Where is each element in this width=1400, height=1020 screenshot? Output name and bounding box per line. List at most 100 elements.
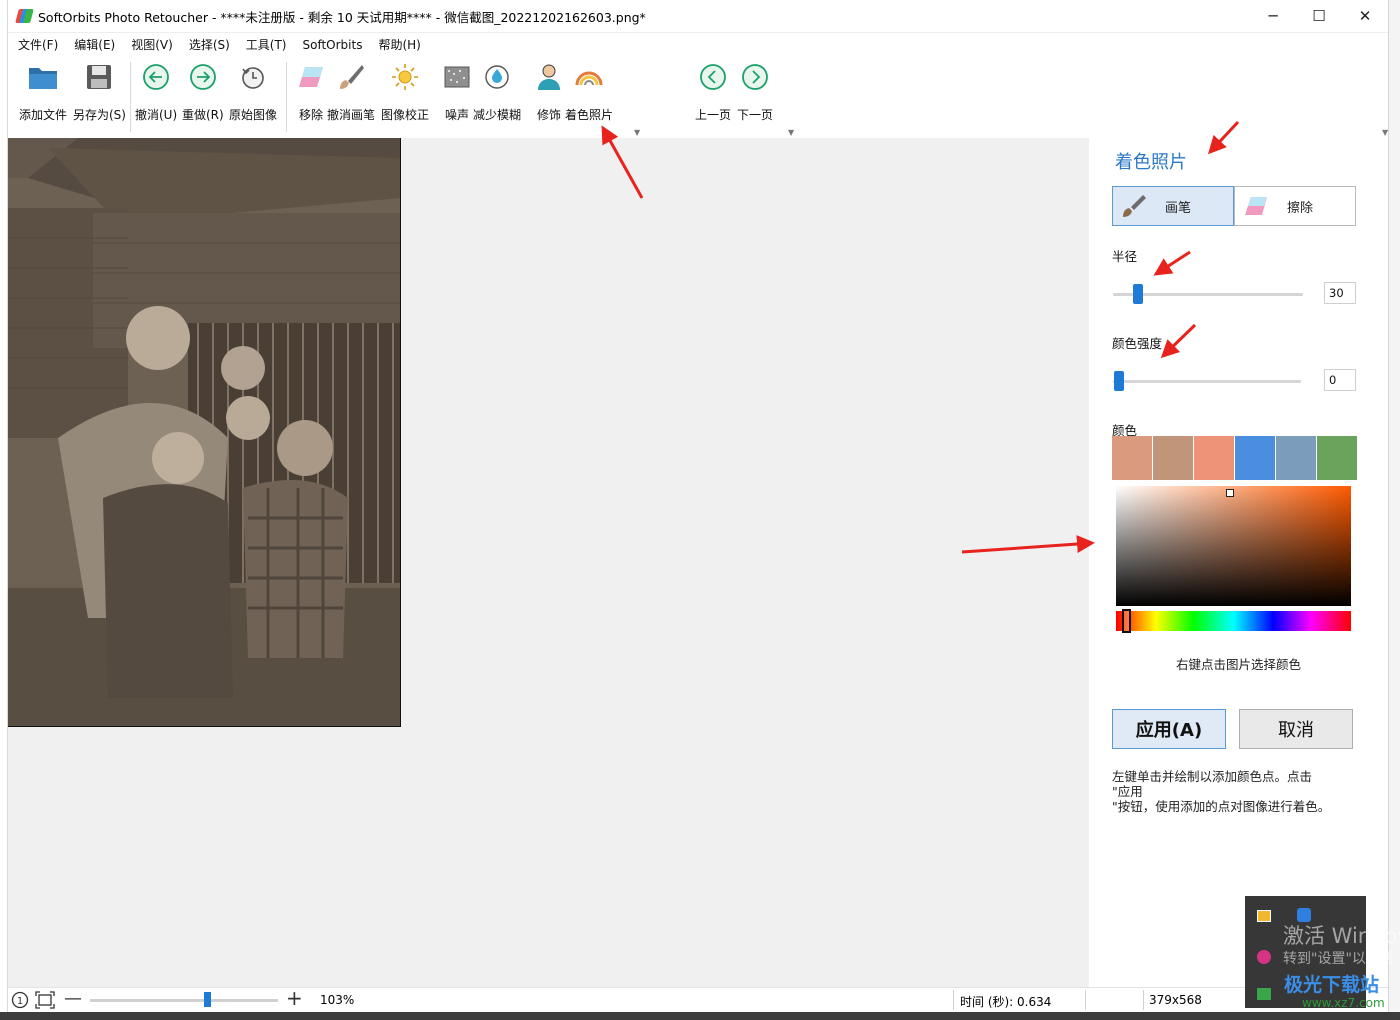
toolbar-expand-icon[interactable]: ▼ <box>634 128 640 137</box>
gradient-picker-marker[interactable] <box>1226 489 1234 497</box>
save-as-button[interactable]: 另存为(S) <box>73 60 126 123</box>
restore-clock-icon <box>236 60 270 94</box>
toolbar-separator <box>130 62 131 132</box>
window-right-edge <box>1388 0 1400 1020</box>
toolbar-separator <box>286 62 287 132</box>
redo-button[interactable]: 重做(R) <box>182 60 224 123</box>
color-swatch[interactable] <box>1194 436 1234 480</box>
menu-select[interactable]: 选择(S) <box>189 36 230 53</box>
noise-button[interactable]: 噪声 <box>440 60 474 123</box>
activate-windows-hint: 转到"设置"以激活 <box>1283 951 1394 967</box>
droplet-icon <box>480 60 514 94</box>
sepia-photo-image <box>8 138 400 726</box>
color-swatches <box>1112 436 1358 480</box>
toolbar-expand-icon[interactable]: ▼ <box>788 128 794 137</box>
brush-mode-button[interactable]: 画笔 <box>1112 186 1234 226</box>
zoom-in-icon[interactable]: + <box>286 986 303 1010</box>
sun-icon <box>388 60 422 94</box>
photo-preview[interactable] <box>8 138 401 727</box>
arrow-right-circle-icon <box>186 60 220 94</box>
minimize-button[interactable]: ─ <box>1250 0 1296 32</box>
reduce-blur-button[interactable]: 减少模糊 <box>473 60 521 123</box>
menu-help[interactable]: 帮助(H) <box>378 36 420 53</box>
processing-time: 时间 (秒): 0.634 <box>960 995 1052 1009</box>
status-separator <box>953 990 954 1010</box>
zoom-out-icon[interactable]: — <box>64 988 82 1009</box>
prev-page-button[interactable]: 上一页 <box>695 60 731 123</box>
panel-title: 着色照片 <box>1115 152 1187 173</box>
title-bar: SoftOrbits Photo Retoucher - ****未注册版 - … <box>8 0 1388 32</box>
actual-size-icon[interactable]: 1 <box>11 991 29 1009</box>
cancel-button[interactable]: 取消 <box>1239 709 1353 749</box>
menu-edit[interactable]: 编辑(E) <box>74 36 115 53</box>
hue-slider[interactable] <box>1116 609 1351 633</box>
svg-text:1: 1 <box>17 996 23 1007</box>
color-swatch[interactable] <box>1112 436 1152 480</box>
colorize-panel: 着色照片 画笔 擦除 半径 30 颜色强度 0 颜色 右键点击图片选择颜色 应用… <box>1089 138 1388 987</box>
intensity-slider-thumb[interactable] <box>1113 371 1124 391</box>
retouch-button[interactable]: 修饰 <box>532 60 566 123</box>
hue-slider-marker[interactable] <box>1122 609 1131 633</box>
undo-brush-button[interactable]: 撤消画笔 <box>327 60 375 123</box>
folder-icon <box>26 60 60 94</box>
site-watermark-url: www.xz7.com <box>1302 996 1385 1010</box>
image-canvas[interactable] <box>8 138 1089 987</box>
rainbow-icon <box>572 60 606 94</box>
colorize-photo-button[interactable]: 着色照片 <box>565 60 613 123</box>
menu-softorbits[interactable]: SoftOrbits <box>303 38 363 52</box>
status-separator <box>1085 990 1086 1010</box>
notification-app-icon <box>1257 910 1271 922</box>
color-swatch[interactable] <box>1235 436 1275 480</box>
maximize-button[interactable]: ☐ <box>1296 0 1342 32</box>
eraser-icon <box>1245 197 1267 215</box>
eraser-icon <box>294 60 328 94</box>
tray-app-icon <box>1257 950 1271 964</box>
image-dimensions: 379x568 <box>1149 993 1202 1007</box>
zoom-level: 103% <box>320 993 355 1007</box>
color-swatch[interactable] <box>1276 436 1316 480</box>
toolbar: 添加文件 另存为(S) 撤消(U) 重做(R) 原始图像 移除 撤消画笔 图像校… <box>8 56 1388 138</box>
next-page-button[interactable]: 下一页 <box>737 60 773 123</box>
help-text: 左键单击并绘制以添加颜色点。点击 "应用 "按钮，使用添加的点对图像进行着色。 <box>1112 769 1331 814</box>
remove-button[interactable]: 移除 <box>294 60 328 123</box>
intensity-input[interactable]: 0 <box>1324 369 1356 391</box>
arrow-right-circle-icon <box>738 60 772 94</box>
app-logo-icon <box>15 8 34 24</box>
activate-windows-text: 激活 Windov <box>1283 924 1400 948</box>
menu-view[interactable]: 视图(V) <box>131 36 173 53</box>
intensity-slider-track[interactable] <box>1113 380 1301 383</box>
brush-icon <box>1123 195 1146 217</box>
arrow-left-circle-icon <box>696 60 730 94</box>
radius-slider-thumb[interactable] <box>1132 284 1143 304</box>
brush-icon <box>334 60 368 94</box>
menu-tools[interactable]: 工具(T) <box>246 36 287 53</box>
zoom-slider-thumb[interactable] <box>203 992 211 1007</box>
status-bar: 1 — + 103% 时间 (秒): 0.634 379x568 <box>8 986 1388 1012</box>
person-icon <box>532 60 566 94</box>
apply-button[interactable]: 应用(A) <box>1112 709 1226 749</box>
add-file-button[interactable]: 添加文件 <box>19 60 67 123</box>
erase-mode-button[interactable]: 擦除 <box>1234 186 1356 226</box>
status-separator <box>1143 990 1144 1010</box>
taskbar-strip <box>0 1012 1400 1020</box>
close-button[interactable]: ✕ <box>1342 0 1388 32</box>
window-left-edge <box>0 0 8 1020</box>
radius-label: 半径 <box>1112 249 1138 264</box>
color-swatch[interactable] <box>1153 436 1193 480</box>
color-gradient-picker[interactable] <box>1116 486 1351 606</box>
save-icon <box>82 60 116 94</box>
menu-file[interactable]: 文件(F) <box>18 36 58 53</box>
fit-to-window-icon[interactable] <box>35 991 55 1009</box>
radius-input[interactable]: 30 <box>1324 282 1356 304</box>
menu-bar: 文件(F) 编辑(E) 视图(V) 选择(S) 工具(T) SoftOrbits… <box>8 32 1388 56</box>
undo-button[interactable]: 撤消(U) <box>135 60 177 123</box>
image-app-icon <box>1257 988 1271 1000</box>
zoom-slider-track[interactable] <box>90 999 278 1002</box>
noise-icon <box>440 60 474 94</box>
color-swatch[interactable] <box>1317 436 1357 480</box>
image-correction-button[interactable]: 图像校正 <box>381 60 429 123</box>
arrow-left-circle-icon <box>139 60 173 94</box>
original-image-button[interactable]: 原始图像 <box>229 60 277 123</box>
site-watermark-name: 极光下载站 <box>1284 974 1380 996</box>
intensity-label: 颜色强度 <box>1112 336 1163 351</box>
